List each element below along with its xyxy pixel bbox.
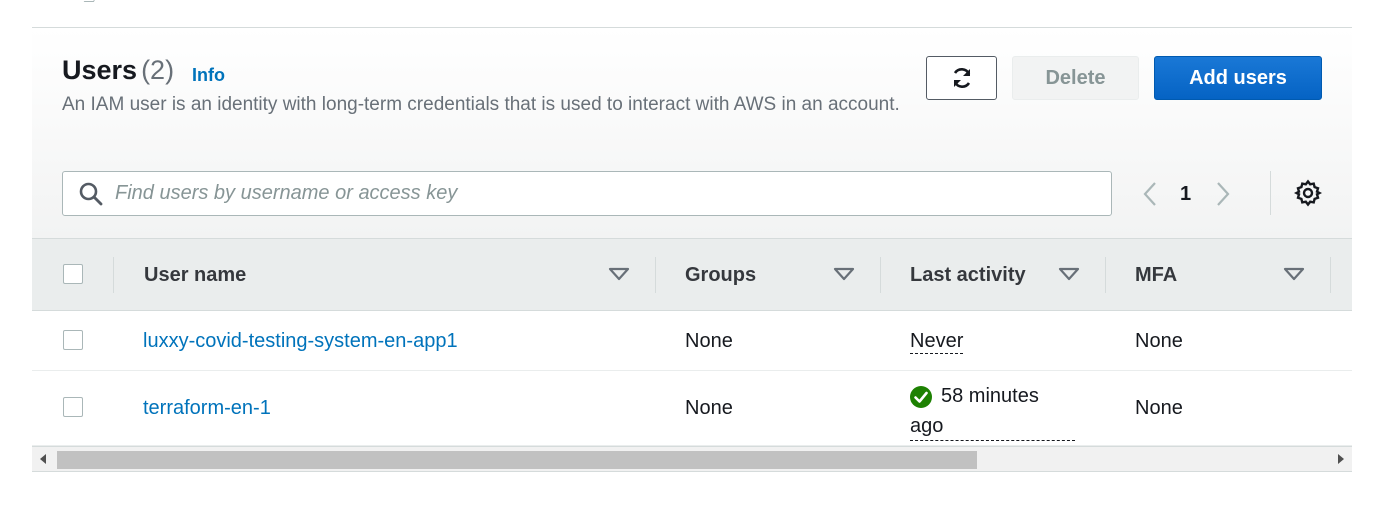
gear-icon[interactable]	[1294, 179, 1322, 207]
scrollbar-thumb[interactable]	[57, 451, 977, 469]
title-text: Users	[62, 55, 138, 85]
search-input[interactable]	[115, 182, 1075, 205]
row-checkbox[interactable]	[63, 330, 83, 350]
chevron-right-icon[interactable]	[1213, 178, 1233, 210]
column-header-groups[interactable]: Groups	[685, 239, 756, 311]
last-activity-value: 58 minutes	[941, 385, 1039, 407]
column-label: User name	[144, 263, 247, 286]
column-divider	[880, 257, 881, 293]
select-all-checkbox[interactable]	[63, 264, 83, 284]
pagination: 1	[1140, 178, 1233, 210]
table-header: User name Groups Last activity MFA	[32, 238, 1352, 311]
column-header-last-activity[interactable]: Last activity	[910, 239, 1026, 311]
sort-caret-icon[interactable]	[1283, 267, 1305, 281]
divider	[1270, 171, 1271, 215]
scroll-left-arrow-icon[interactable]	[40, 454, 46, 464]
add-users-button[interactable]: Add users	[1154, 56, 1322, 100]
column-header-username[interactable]: User name	[144, 239, 246, 311]
sort-caret-icon[interactable]	[1058, 267, 1080, 281]
username-link[interactable]: terraform-en-1	[143, 397, 271, 420]
column-divider	[113, 257, 114, 293]
info-link[interactable]: Info	[192, 65, 225, 86]
last-activity-value[interactable]: Never	[910, 330, 964, 354]
panel-header: Users (2) Info An IAM user is an identity…	[32, 28, 1352, 238]
sort-caret-icon[interactable]	[608, 267, 630, 281]
groups-cell: None	[685, 397, 733, 419]
column-divider	[655, 257, 656, 293]
column-header-mfa[interactable]: MFA	[1135, 239, 1177, 311]
scroll-right-arrow-icon[interactable]	[1338, 454, 1344, 464]
horizontal-scrollbar[interactable]	[32, 446, 1352, 472]
page-description: An IAM user is an identity with long-ter…	[62, 94, 900, 115]
chevron-left-icon[interactable]	[1140, 178, 1160, 210]
table-row: luxxy-covid-testing-system-en-app1 None …	[32, 311, 1352, 371]
column-divider	[1330, 257, 1331, 293]
refresh-button[interactable]	[926, 56, 997, 100]
user-count: (2)	[141, 55, 175, 85]
last-activity-value: ago	[910, 412, 1075, 441]
mfa-cell: None	[1135, 330, 1183, 352]
refresh-icon	[953, 68, 970, 88]
page-title: Users (2)	[62, 55, 174, 86]
sort-caret-icon[interactable]	[833, 267, 855, 281]
search-icon	[79, 182, 103, 205]
page-number[interactable]: 1	[1180, 183, 1191, 206]
success-check-icon	[910, 385, 932, 408]
delete-button[interactable]: Delete	[1012, 56, 1139, 100]
column-label: Groups	[685, 263, 757, 286]
column-label: MFA	[1135, 263, 1178, 286]
column-divider	[1105, 257, 1106, 293]
table-row: terraform-en-1 None 58 minutes ago None	[32, 371, 1352, 446]
last-activity-cell[interactable]: 58 minutes ago	[910, 381, 1075, 441]
column-label: Last activity	[910, 263, 1026, 286]
users-panel: Users (2) Info An IAM user is an identity…	[32, 28, 1352, 472]
row-checkbox[interactable]	[63, 397, 83, 417]
username-link[interactable]: luxxy-covid-testing-system-en-app1	[143, 330, 458, 353]
search-box[interactable]	[62, 171, 1112, 216]
groups-cell: None	[685, 330, 733, 352]
mfa-cell: None	[1135, 397, 1183, 419]
breadcrumb-chevron	[83, 0, 99, 2]
